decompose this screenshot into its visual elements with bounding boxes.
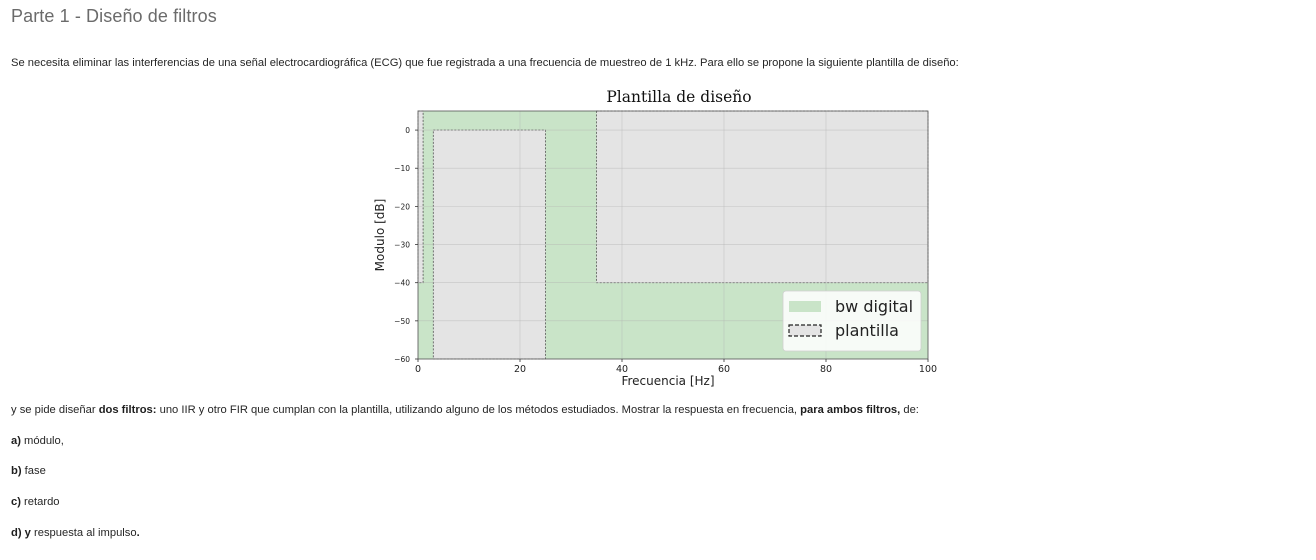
template-region-0 [417, 110, 424, 284]
y-tick-label: −40 [394, 279, 410, 288]
y-tick-label: −10 [394, 164, 410, 173]
task-bold-two-filters: dos filtros: [98, 404, 157, 416]
item-label: d) y [11, 527, 31, 539]
item-text: respuesta al impulso [30, 527, 137, 539]
y-tick-label: −20 [394, 202, 410, 211]
legend-swatch-plantilla [788, 324, 822, 337]
y-tick-label: −50 [394, 317, 410, 326]
x-tick-label: 0 [415, 364, 421, 375]
legend-swatch-bw-digital [789, 301, 821, 312]
item-text: módulo, [20, 435, 64, 447]
task-paragraph: y se pide diseñar dos filtros: uno IIR y… [11, 404, 919, 416]
legend-label-plantilla: plantilla [835, 321, 899, 340]
item-label: c) [11, 496, 21, 508]
design-template-chart: 0 20 40 60 80 100 0 −10 −20 −30 −40 −50 −60 Frecuenci… [360, 82, 950, 392]
y-tick-label: 0 [405, 126, 410, 135]
chart-svg: 0 20 40 60 80 1000−10−20−30−40−50−60Frecuenci… [373, 88, 937, 388]
task-text-before: y se pide diseñar [11, 404, 99, 416]
list-item-retardo: c) retardo [11, 496, 60, 508]
list-item-modulo: a) módulo, [11, 435, 64, 447]
task-text-middle: uno IIR y otro FIR que cumplan con la pl… [156, 404, 801, 416]
x-tick-label: 60 [718, 364, 730, 375]
x-tick-label: 20 [514, 364, 526, 375]
x-tick-label: 80 [820, 364, 832, 375]
x-axis-label: Frecuencia [Hz] [621, 374, 714, 388]
template-region-2 [596, 110, 929, 284]
item-text: fase [21, 465, 46, 477]
intro-paragraph: Se necesita eliminar las interferencias … [11, 57, 959, 69]
task-bold-both-filters: para ambos filtros, [800, 404, 901, 416]
item-label: a) [11, 435, 21, 447]
item-text: retardo [20, 496, 60, 508]
y-tick-label: −30 [394, 241, 410, 250]
y-tick-label: −60 [394, 355, 410, 364]
x-tick-label: 100 [919, 364, 937, 375]
item-label: b) [11, 465, 22, 477]
task-text-after: de: [900, 404, 919, 416]
page-title: Parte 1 - Diseño de filtros [11, 6, 217, 26]
list-item-fase: b) fase [11, 465, 46, 477]
legend-label-bw-digital: bw digital [835, 297, 913, 316]
y-axis-label: Modulo [dB] [373, 199, 387, 272]
list-item-impulso: d) y respuesta al impulso. [11, 527, 140, 539]
chart-title: Plantilla de diseño [606, 88, 751, 106]
item-suffix: . [136, 527, 140, 539]
